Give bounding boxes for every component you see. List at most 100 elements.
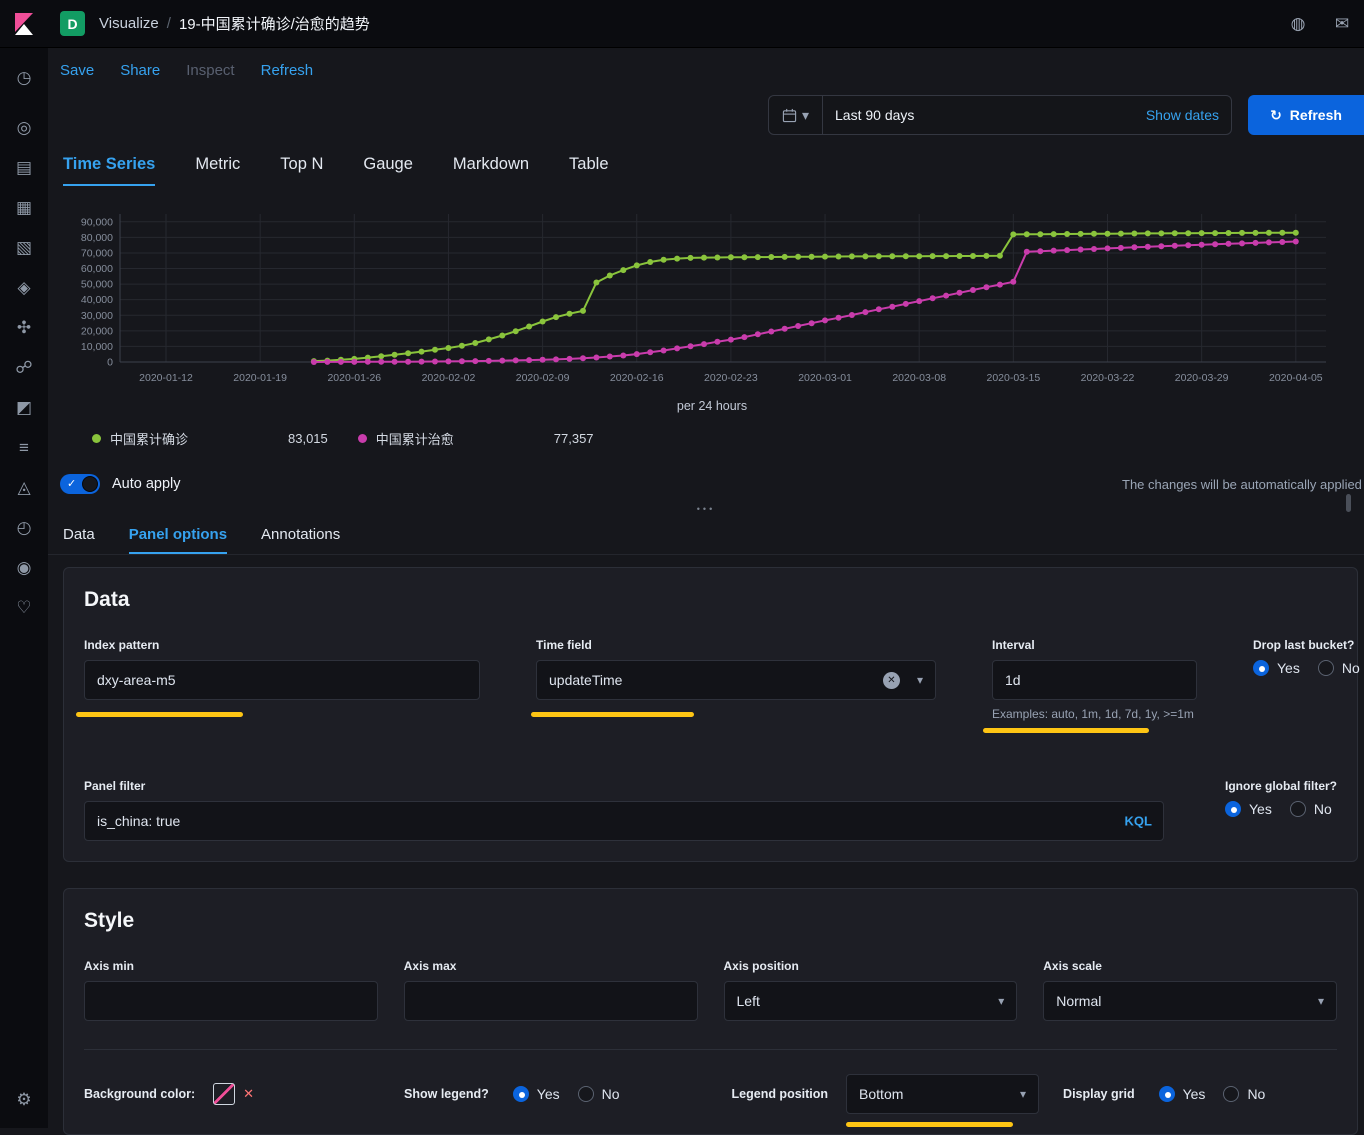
display-grid-no-radio[interactable]: No [1223,1086,1265,1102]
viz-tab-top-n[interactable]: Top N [280,155,323,186]
nav-logs-icon[interactable]: ≡ [0,428,48,468]
legend-series-value: 77,357 [554,431,594,446]
viz-tab-table[interactable]: Table [569,155,608,186]
time-field-label: Time field [536,638,936,652]
time-field-select[interactable]: updateTime ✕ ▾ [536,660,936,700]
cloud-icon[interactable]: ◍ [1276,0,1320,48]
collapse-toggle-icon[interactable]: ••• [48,504,1364,514]
svg-text:2020-03-01: 2020-03-01 [798,372,852,384]
nav-maps-icon[interactable]: ◈ [0,268,48,308]
inspect-button: Inspect [186,62,234,79]
legend-item[interactable]: 中国累计治愈77,357 [358,429,594,448]
interval-label: Interval [992,638,1197,652]
time-series-chart[interactable]: 010,00020,00030,00040,00050,00060,00070,… [60,200,1364,448]
interval-help-text: Examples: auto, 1m, 1d, 7d, 1y, >=1m [992,707,1197,721]
divider [84,1049,1337,1050]
svg-text:2020-02-02: 2020-02-02 [422,372,476,384]
axis-min-label: Axis min [84,959,378,973]
calendar-icon[interactable]: ▾ [769,96,823,134]
date-picker: ▾ Last 90 days Show dates [768,95,1232,135]
space-badge[interactable]: D [60,11,85,36]
nav-canvas-icon[interactable]: ▧ [0,228,48,268]
svg-text:0: 0 [107,357,113,369]
nav-recently-viewed-icon[interactable]: ◷ [0,58,48,98]
nav-uptime-icon[interactable]: ◴ [0,508,48,548]
nav-visualize-icon[interactable]: ▤ [0,148,48,188]
legend-series-name: 中国累计治愈 [376,429,554,448]
ignore-global-filter-no-radio[interactable]: No [1290,801,1332,817]
svg-text:10,000: 10,000 [81,341,113,353]
scrollbar-thumb[interactable] [1346,494,1351,512]
drop-last-bucket-radios: Yes No [1253,660,1360,676]
auto-apply-toggle[interactable]: ✓ [60,474,100,494]
remove-color-icon[interactable]: ✕ [243,1086,254,1102]
color-swatch[interactable] [213,1083,235,1105]
chart-x-axis-label: per 24 hours [60,399,1364,413]
mail-icon[interactable]: ✉ [1320,0,1364,48]
legend-item[interactable]: 中国累计确诊83,015 [92,429,328,448]
svg-text:40,000: 40,000 [81,294,113,306]
dirty-indicator [983,728,1149,733]
nav-apm-icon[interactable]: ◬ [0,468,48,508]
drop-last-bucket-yes-radio[interactable]: Yes [1253,660,1300,676]
axis-position-label: Axis position [724,959,1018,973]
auto-apply-label: Auto apply [112,476,181,492]
breadcrumb-visualize[interactable]: Visualize [99,15,159,32]
save-button[interactable]: Save [60,62,94,79]
editor-tab-data[interactable]: Data [63,526,95,554]
show-legend-no-radio[interactable]: No [578,1086,620,1102]
refresh-button[interactable]: ↻ Refresh [1248,95,1364,135]
date-range-value[interactable]: Last 90 days [823,107,1146,123]
nav-machine-learning-icon[interactable]: ✣ [0,308,48,348]
nav-metrics-icon[interactable]: ◩ [0,388,48,428]
refresh-link[interactable]: Refresh [261,62,314,79]
editor-tab-annotations[interactable]: Annotations [261,526,340,554]
dirty-indicator [76,712,243,717]
breadcrumb-separator: / [167,15,171,32]
viz-tab-markdown[interactable]: Markdown [453,155,529,186]
nav-siem-icon[interactable]: ◉ [0,548,48,588]
viz-tab-metric[interactable]: Metric [195,155,240,186]
page-title: 19-中国累计确诊/治愈的趋势 [179,13,370,34]
show-dates-button[interactable]: Show dates [1146,107,1231,123]
show-legend-yes-radio[interactable]: Yes [513,1086,560,1102]
data-panel: Data Index pattern Time field upd [63,567,1358,862]
kql-toggle[interactable]: KQL [1125,814,1152,829]
panel-filter-input[interactable] [84,801,1164,841]
axis-min-input[interactable] [84,981,378,1021]
share-button[interactable]: Share [120,62,160,79]
svg-text:2020-02-09: 2020-02-09 [516,372,570,384]
editor-tabs: Data Panel options Annotations [48,520,1364,555]
nav-stack-monitoring-icon[interactable]: ♡ [0,588,48,628]
index-pattern-input[interactable] [84,660,480,700]
viz-tab-time-series[interactable]: Time Series [63,155,155,186]
ignore-global-filter-yes-radio[interactable]: Yes [1225,801,1272,817]
legend-position-select[interactable]: Bottom ▾ [846,1074,1039,1114]
viz-tab-gauge[interactable]: Gauge [363,155,413,186]
clear-selection-icon[interactable]: ✕ [883,672,900,689]
svg-text:50,000: 50,000 [81,279,113,291]
interval-input[interactable] [992,660,1197,700]
svg-text:20,000: 20,000 [81,325,113,337]
svg-text:60,000: 60,000 [81,263,113,275]
display-grid-yes-radio[interactable]: Yes [1159,1086,1206,1102]
show-legend-radios: Yes No [513,1086,620,1102]
nav-management-icon[interactable]: ⚙ [0,1080,48,1120]
kibana-logo-icon[interactable] [0,0,48,48]
nav-dashboard-icon[interactable]: ▦ [0,188,48,228]
chart-legend: 中国累计确诊83,015 中国累计治愈77,357 [60,429,1364,448]
editor-tab-panel-options[interactable]: Panel options [129,526,227,554]
nav-discover-icon[interactable]: ◎ [0,108,48,148]
auto-apply-row: ✓ Auto apply The changes will be automat… [48,474,1364,494]
nav-graph-icon[interactable]: ☍ [0,348,48,388]
drop-last-bucket-no-radio[interactable]: No [1318,660,1360,676]
legend-position-label: Legend position [732,1087,829,1101]
index-pattern-label: Index pattern [84,638,480,652]
axis-position-select[interactable]: Left ▾ [724,981,1018,1021]
viz-tabs: Time Series Metric Top N Gauge Markdown Table [48,135,1364,186]
svg-text:2020-01-26: 2020-01-26 [327,372,381,384]
axis-scale-select[interactable]: Normal ▾ [1043,981,1337,1021]
toggle-knob [82,476,98,492]
axis-max-input[interactable] [404,981,698,1021]
svg-text:70,000: 70,000 [81,247,113,259]
